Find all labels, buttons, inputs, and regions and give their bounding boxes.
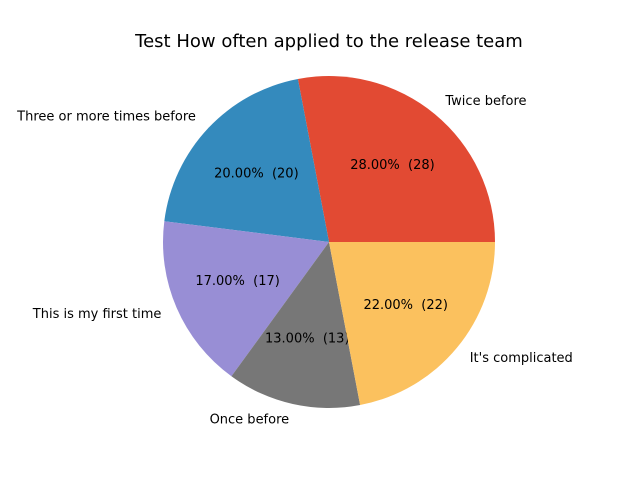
chart-title: Test How often applied to the release te… (135, 31, 523, 52)
slice-label: Twice before (444, 94, 526, 109)
slice-percent-label: 20.00% (20) (214, 166, 299, 181)
slice-percent-label: 17.00% (17) (195, 274, 280, 289)
slice-label: Three or more times before (16, 110, 196, 125)
slice-label: Once before (210, 413, 290, 428)
pie-plot-area: Twice before 28.00% (28) Three or more tim… (16, 75, 573, 428)
slice-percent-label: 13.00% (13) (265, 332, 350, 347)
slice-percent-label: 22.00% (22) (363, 298, 448, 313)
pie-chart: Test How often applied to the release te… (0, 0, 640, 480)
slice-label: It's complicated (470, 351, 573, 366)
slice-label: This is my first time (32, 307, 162, 322)
slice-percent-label: 28.00% (28) (350, 158, 435, 173)
